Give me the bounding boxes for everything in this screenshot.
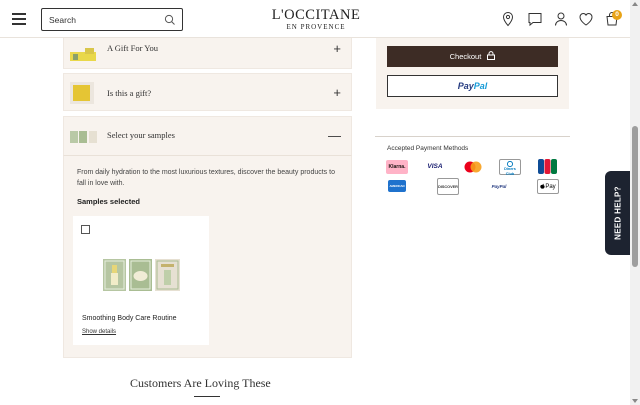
customers-loving-heading: Customers Are Loving These [130, 376, 271, 390]
samples-thumbnail [70, 131, 97, 143]
sample-product-name: Smoothing Body Care Routine [82, 315, 177, 322]
samples-description: From daily hydration to the most luxurio… [77, 169, 335, 187]
lock-icon [487, 51, 496, 60]
checkout-panel: Checkout PayPal [376, 38, 569, 109]
gift-thumbnail [70, 48, 96, 61]
apple-pay-label: Pay [545, 184, 556, 190]
scrollbar-thumb[interactable] [632, 126, 638, 267]
section-divider [375, 136, 570, 137]
cart-count-badge: 0 [612, 10, 622, 20]
chat-icon[interactable] [527, 11, 543, 27]
select-samples-title: Select your samples [107, 130, 175, 140]
diners-club-label: Diners Club [504, 167, 516, 176]
wishlist-icon[interactable] [578, 11, 594, 27]
gift-for-you-title: A Gift For You [107, 43, 159, 53]
samples-selected-label: Samples selected [77, 197, 140, 206]
is-this-a-gift-title: Is this a gift? [107, 88, 152, 98]
heading-underline [194, 396, 220, 397]
paypal-payment-icon: PayPal [491, 184, 507, 189]
brand-subtitle: EN PROVENCE [286, 23, 346, 31]
menu-icon[interactable] [12, 13, 26, 25]
sample-checkbox[interactable] [81, 225, 90, 234]
paypal-button[interactable]: PayPal [387, 75, 558, 97]
brand-name: L'OCCITANE [271, 7, 361, 23]
store-locator-icon[interactable] [500, 11, 516, 27]
need-help-tab[interactable]: NEED HELP? [605, 171, 631, 255]
need-help-label: NEED HELP? [613, 186, 623, 240]
checkout-button[interactable]: Checkout [387, 46, 558, 67]
search-input[interactable] [49, 13, 159, 27]
paypal-text-pay: Pay [457, 81, 474, 91]
discover-icon: DISCOVER [437, 178, 459, 195]
gift-box-thumbnail [70, 82, 94, 104]
expand-icon[interactable]: + [333, 42, 341, 55]
checkout-label: Checkout [449, 52, 482, 61]
payment-methods-title: Accepted Payment Methods [387, 145, 469, 152]
amex-icon: AMERICAN EXPRESS [388, 180, 406, 200]
jcb-icon [538, 159, 557, 174]
paypal-text-pal: Pal [473, 81, 488, 91]
collapse-icon[interactable]: — [328, 129, 341, 142]
page-scrollbar[interactable] [630, 0, 640, 405]
site-header: L'OCCITANE EN PROVENCE 0 [0, 0, 630, 38]
visa-icon: VISA [427, 163, 443, 170]
sample-card: Smoothing Body Care Routine Show details [73, 216, 209, 345]
is-this-a-gift-accordion[interactable]: Is this a gift? + [63, 73, 352, 111]
apple-pay-icon: Pay [537, 179, 559, 194]
search-box[interactable] [41, 8, 183, 31]
samples-panel: From daily hydration to the most luxurio… [63, 155, 352, 358]
scroll-up-arrow-icon[interactable] [632, 2, 638, 6]
klarna-icon: Klarna. [386, 160, 408, 174]
gift-for-you-accordion[interactable]: A Gift For You + [63, 38, 352, 69]
brand-logo[interactable]: L'OCCITANE EN PROVENCE [270, 7, 362, 32]
mastercard-icon [464, 161, 482, 173]
show-details-link[interactable]: Show details [82, 329, 116, 335]
diners-club-icon: Diners Club [499, 159, 521, 176]
account-icon[interactable] [553, 11, 569, 27]
sample-product-image [103, 259, 180, 291]
select-samples-accordion[interactable]: Select your samples — [63, 116, 352, 156]
expand-icon[interactable]: + [333, 86, 341, 99]
scroll-down-arrow-icon[interactable] [632, 399, 638, 403]
search-icon[interactable] [164, 14, 176, 26]
